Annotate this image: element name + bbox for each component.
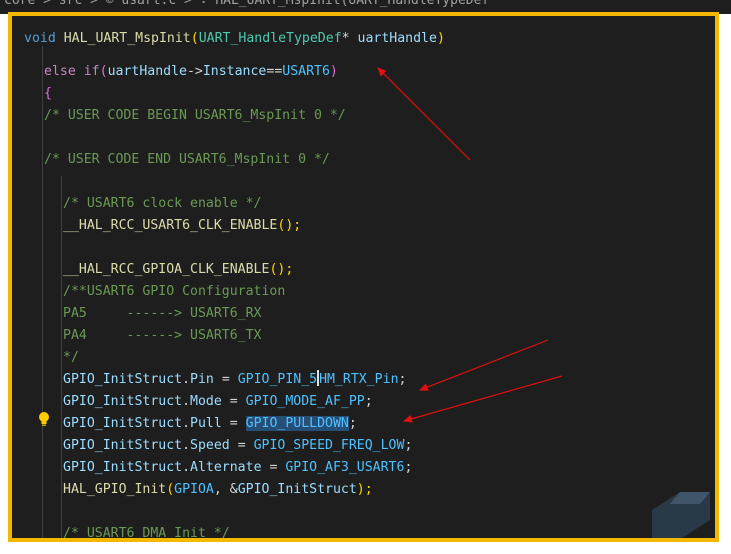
red-arrow-icon [377,67,471,161]
annotation-arrows [377,67,563,423]
red-arrow-icon [419,339,549,391]
red-arrow-icon [403,375,563,423]
watermark-logo [652,492,710,538]
